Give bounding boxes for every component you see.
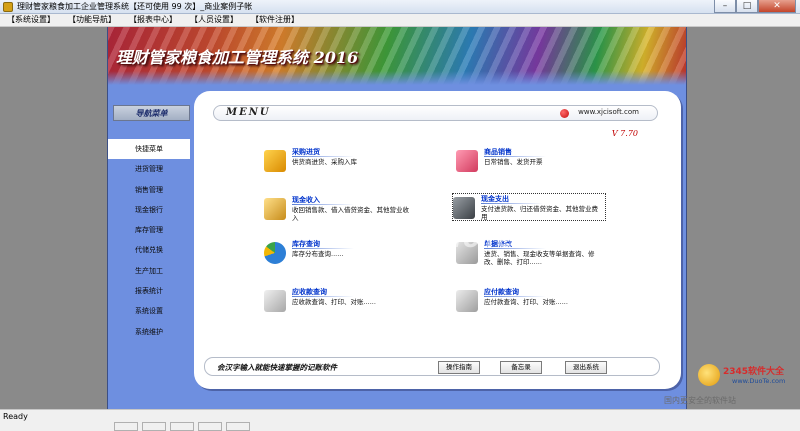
- app-icon: [3, 2, 13, 12]
- main-frame: 理财管家粮食加工管理系统 2016 导航菜单 快捷菜单 进货管理 销售管理 现金…: [107, 27, 687, 409]
- menu-bar: 【系统设置】 【功能导航】 【报表中心】 【人员设置】 【软件注册】: [0, 14, 800, 27]
- func-underline: [292, 156, 354, 157]
- menu-title: MENU: [226, 107, 271, 118]
- status-pane: [142, 422, 166, 431]
- sidebar-item-storage-exchange[interactable]: 代储兑换: [108, 240, 190, 260]
- sidebar-header-label: 导航菜单: [135, 108, 168, 118]
- purchase-icon: [264, 150, 286, 172]
- cash-expense-icon: [453, 197, 475, 219]
- sidebar-item-reports[interactable]: 报表统计: [108, 281, 190, 301]
- status-pane: [226, 422, 250, 431]
- status-pane: [198, 422, 222, 431]
- sidebar-item-purchase[interactable]: 进货管理: [108, 159, 190, 179]
- status-pane: [114, 422, 138, 431]
- exit-button[interactable]: 退出系统: [565, 361, 607, 374]
- sidebar-item-sales[interactable]: 销售管理: [108, 180, 190, 200]
- version-label: V 7.70: [611, 129, 638, 138]
- func-receivable-query[interactable]: 应收款查询 应收款查询、打印、对账......: [264, 287, 414, 315]
- sidebar-item-inventory[interactable]: 库存管理: [108, 220, 190, 240]
- slogan: 会汉字输入就能快速掌握的记账软件: [217, 363, 337, 372]
- website-logo-icon: [560, 109, 569, 118]
- menu-system-settings[interactable]: 【系统设置】: [0, 14, 61, 26]
- watermark-footer: 国内更安全的软件站: [664, 396, 736, 405]
- pie-chart-icon: [264, 242, 286, 264]
- func-underline: [292, 296, 354, 297]
- memo-button[interactable]: 备忘录: [500, 361, 542, 374]
- sidebar: 快捷菜单 进货管理 销售管理 现金银行 库存管理 代储兑换 生产加工 报表统计 …: [108, 139, 190, 342]
- title-bar[interactable]: 理财管家粮食加工企业管理系统【还可使用 99 次】_商业案例子帐 – □ ✕: [0, 0, 800, 14]
- receivable-icon: [264, 290, 286, 312]
- menu-software-registration[interactable]: 【软件注册】: [244, 14, 305, 26]
- menu-header: MENU www.xjcisoft.com: [213, 105, 658, 121]
- menu-staff-settings[interactable]: 【人员设置】: [183, 14, 244, 26]
- sidebar-item-quick-menu[interactable]: 快捷菜单: [108, 139, 190, 160]
- func-desc: 供货商进货、采购入库: [292, 158, 357, 166]
- footer-bar: 会汉字输入就能快速掌握的记账软件 操作指南 备忘录 退出系统: [204, 357, 660, 376]
- func-cash-income[interactable]: 现金收入 收回销售款、借入借贷资金、其他营业收入: [264, 195, 414, 223]
- watermark-logo: 2345软件大全 www.DuoTe.com: [698, 361, 800, 389]
- smiley-badge-icon: [698, 364, 720, 386]
- website-link[interactable]: www.xjcisoft.com: [578, 108, 639, 116]
- sidebar-item-system-maintenance[interactable]: 系统维护: [108, 322, 190, 342]
- sidebar-item-production[interactable]: 生产加工: [108, 261, 190, 281]
- func-desc: 日常销售、发货开票: [484, 158, 543, 166]
- func-desc: 收回销售款、借入借贷资金、其他营业收入: [292, 206, 409, 222]
- func-desc: 应付款查询、打印、对账......: [484, 298, 568, 306]
- maximize-icon[interactable]: □: [736, 0, 758, 13]
- status-panes: [114, 422, 254, 431]
- window-controls: – □ ✕: [714, 0, 796, 13]
- watermark-center: www.DuoTe.com: [340, 225, 588, 253]
- status-bar: Ready: [0, 409, 800, 431]
- menu-function-navigation[interactable]: 【功能导航】: [61, 14, 122, 26]
- payable-icon: [456, 290, 478, 312]
- guide-button[interactable]: 操作指南: [438, 361, 480, 374]
- func-underline: [481, 203, 543, 204]
- status-pane: [170, 422, 194, 431]
- status-text: Ready: [3, 412, 28, 421]
- func-underline: [484, 156, 546, 157]
- menu-report-center[interactable]: 【报表中心】: [122, 14, 183, 26]
- window-title: 理财管家粮食加工企业管理系统【还可使用 99 次】_商业案例子帐: [17, 2, 253, 11]
- sidebar-header: 导航菜单: [113, 105, 190, 121]
- func-purchase[interactable]: 采购进货 供货商进货、采购入库: [264, 147, 414, 175]
- sidebar-item-system-settings[interactable]: 系统设置: [108, 301, 190, 321]
- func-underline: [292, 204, 354, 205]
- sidebar-item-cash-bank[interactable]: 现金银行: [108, 200, 190, 220]
- func-payable-query[interactable]: 应付款查询 应付款查询、打印、对账......: [456, 287, 606, 315]
- func-sales[interactable]: 商品销售 日常销售、发货开票: [456, 147, 606, 175]
- sales-icon: [456, 150, 478, 172]
- func-underline: [484, 296, 546, 297]
- app-logo-title: 理财管家粮食加工管理系统 2016: [116, 48, 359, 67]
- watermark-url: www.DuoTe.com: [732, 377, 786, 385]
- close-icon[interactable]: ✕: [758, 0, 796, 13]
- banner: 理财管家粮食加工管理系统 2016: [108, 27, 686, 85]
- minimize-icon[interactable]: –: [714, 0, 736, 13]
- func-desc: 支付进货款、归还借贷资金、其他营业费用: [481, 205, 598, 221]
- cash-income-icon: [264, 198, 286, 220]
- workspace: 理财管家粮食加工管理系统 2016 导航菜单 快捷菜单 进货管理 销售管理 现金…: [0, 27, 800, 409]
- func-desc: 应收款查询、打印、对账......: [292, 298, 376, 306]
- func-cash-expense[interactable]: 现金支出 支付进货款、归还借贷资金、其他营业费用: [452, 193, 606, 221]
- watermark-brand: 2345软件大全: [723, 367, 785, 377]
